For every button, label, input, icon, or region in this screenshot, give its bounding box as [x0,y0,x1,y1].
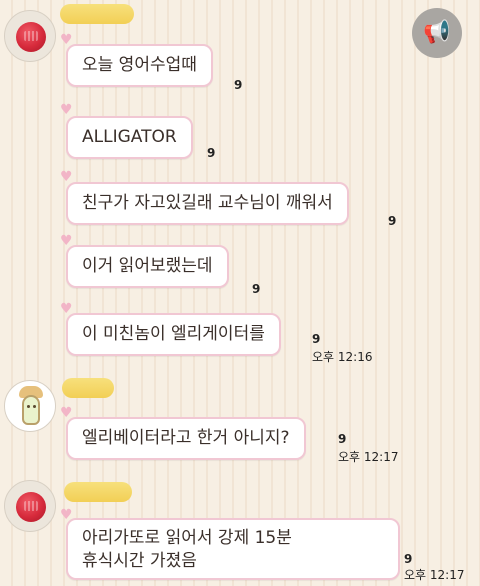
heart-icon: ♥ [60,169,73,185]
message-meta: 9 오후 12:17 [404,552,464,582]
message-text: 이 미친놈이 엘리게이터를 [82,324,265,344]
heart-icon: ♥ [60,102,73,118]
avatar[interactable] [4,380,56,432]
megaphone-icon: 📢 [423,20,451,45]
unread-count: 9 [207,146,216,160]
avatar-image [16,22,46,52]
message-text-line: 휴식시간 가졌음 [82,551,197,571]
message-meta: 9 오후 12:16 [312,332,372,364]
message-bubble[interactable]: 친구가 자고있길래 교수님이 깨워서 [66,182,349,225]
message-meta: 9 [252,282,260,296]
sender-name-redacted [62,378,114,398]
notice-megaphone-button[interactable]: 📢 [412,8,462,58]
sender-name-redacted [60,4,134,24]
message-bubble[interactable]: 이 미친놈이 엘리게이터를 [66,313,281,356]
message-bubble[interactable]: 오늘 영어수업때 [66,44,213,87]
message-text: ALLIGATOR [82,127,177,147]
message-meta: 9 [388,214,396,228]
message-text: 오늘 영어수업때 [82,55,197,75]
message-meta: 9 [234,78,242,92]
message-text: 이거 읽어보랬는데 [82,256,213,276]
unread-count: 9 [404,552,413,566]
message-time: 오후 12:17 [404,568,465,582]
unread-count: 9 [338,432,347,446]
message-meta: 9 오후 12:17 [338,432,398,464]
message-bubble[interactable]: ALLIGATOR [66,116,193,159]
avatar-image [16,492,46,522]
avatar[interactable] [4,480,56,532]
sender-name-redacted [64,482,132,502]
message-text: 엘리베이터라고 한거 아니지? [82,428,290,448]
unread-count: 9 [388,214,397,228]
message-meta: 9 [207,146,215,160]
unread-count: 9 [312,332,321,346]
unread-count: 9 [234,78,243,92]
message-bubble[interactable]: 아리가또로 읽어서 강제 15분 휴식시간 가졌음 [66,518,400,580]
message-text: 친구가 자고있길래 교수님이 깨워서 [82,193,333,213]
unread-count: 9 [252,282,261,296]
message-bubble[interactable]: 이거 읽어보랬는데 [66,245,229,288]
message-time: 오후 12:16 [312,350,373,364]
message-text-line: 아리가또로 읽어서 강제 15분 [82,528,292,548]
avatar[interactable] [4,10,56,62]
message-time: 오후 12:17 [338,450,399,464]
message-bubble[interactable]: 엘리베이터라고 한거 아니지? [66,417,306,460]
